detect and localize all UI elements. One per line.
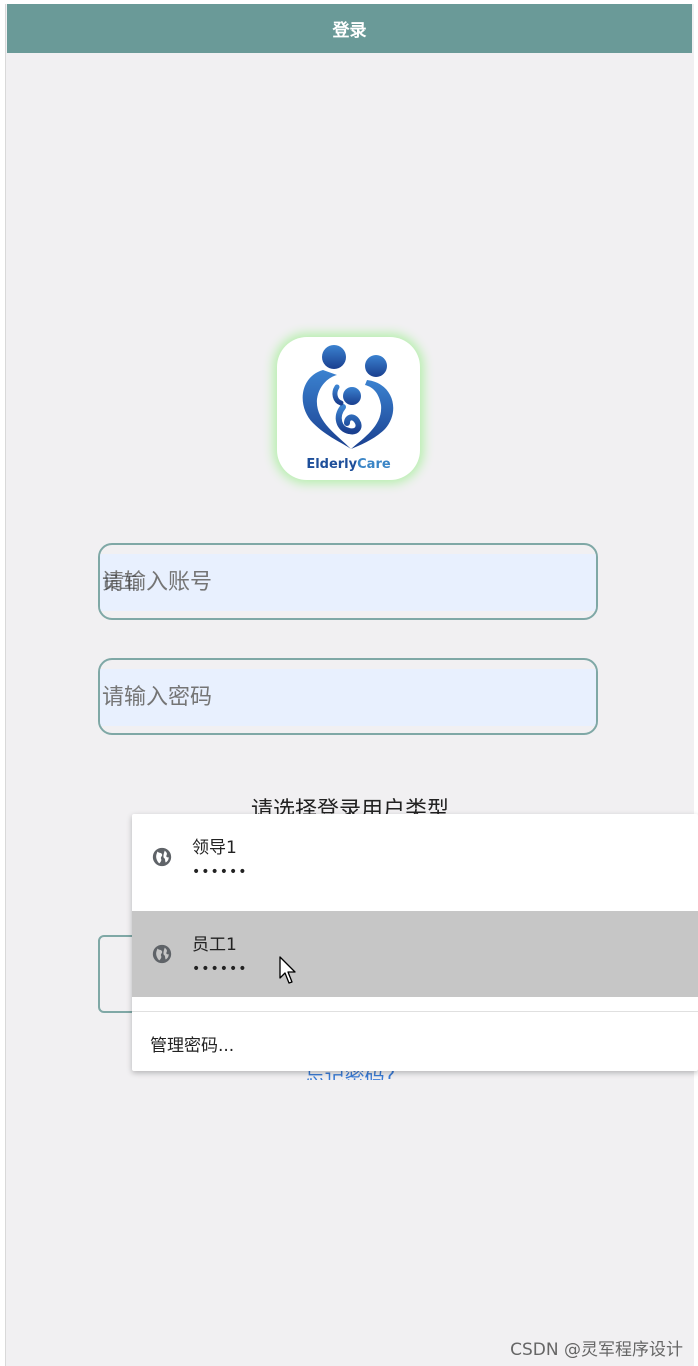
credential-username: 员工1 — [192, 935, 237, 955]
globe-icon — [152, 847, 172, 867]
app-logo: ElderlyCare — [277, 337, 420, 480]
credential-password-mask: •••••• — [192, 864, 248, 880]
password-field-box[interactable] — [98, 658, 598, 735]
page-title: 登录 — [332, 21, 367, 41]
brand-name-part1: Elderly — [306, 457, 358, 472]
credential-item-1[interactable]: 领导1 •••••• — [132, 814, 698, 900]
popup-divider — [132, 1011, 698, 1012]
mouse-cursor-icon — [279, 956, 296, 984]
account-field-box[interactable]: 员工 — [98, 543, 598, 620]
globe-icon — [152, 944, 172, 964]
role-select-label[interactable]: 请选择登录用户类型 — [150, 792, 550, 814]
brand-name: ElderlyCare — [277, 457, 420, 472]
page-header: 登录 — [7, 4, 692, 53]
credential-item-2[interactable]: 员工1 •••••• — [132, 911, 698, 997]
password-input[interactable] — [100, 669, 596, 726]
manage-passwords-item[interactable]: 管理密码... — [150, 1031, 234, 1056]
password-autofill-popup: 领导1 •••••• 员工1 •••••• 管理密码... — [132, 814, 698, 1071]
watermark: CSDN @灵军程序设计 — [510, 1340, 683, 1360]
account-input[interactable] — [100, 554, 596, 611]
credential-password-mask: •••••• — [192, 961, 248, 977]
brand-name-part2: Care — [357, 457, 391, 472]
credential-username: 领导1 — [192, 838, 237, 858]
